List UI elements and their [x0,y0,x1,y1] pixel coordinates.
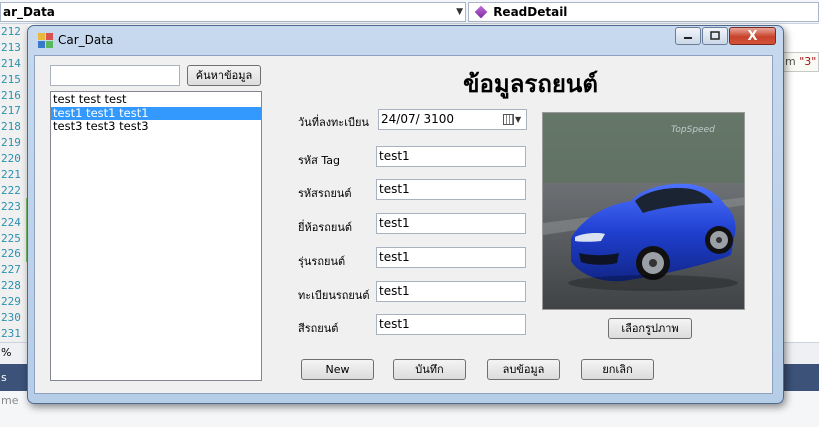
line-number-gutter: 212 213 214 215 216 217 218 219 220 221 222 223 224 2… [0,24,28,342]
minimize-button[interactable] [675,27,701,45]
plate-label: ทะเบียนรถยนต์ [298,289,370,302]
choose-photo-button[interactable]: เลือกรูปภาพ [608,318,692,339]
tag-code-field[interactable]: test1 [376,146,526,167]
list-item[interactable]: test1 test1 test1 [51,106,261,120]
line-number: 214 [1,56,21,70]
model-label: รุ่นรถยนต์ [298,255,346,268]
plate-field[interactable]: test1 [376,281,526,302]
class-name-combo[interactable]: ar_Data ▼ [0,2,466,22]
line-number: 215 [1,72,21,86]
method-name-combo[interactable]: ReadDetail [468,2,819,22]
registration-date-value: 24/07/ 3100 [381,112,454,126]
line-number: 223 [1,199,21,213]
method-name-combo-value: ReadDetail [493,5,568,19]
brand-label: ยี่ห้อรถยนต์ [298,221,352,234]
line-number: 218 [1,120,21,134]
form-client-area: ค้นหาข้อมูล test test test test1 test1 te… [34,55,773,394]
search-button[interactable]: ค้นหาข้อมูล [187,65,261,86]
calendar-icon[interactable]: ▼ [503,113,523,126]
car-photo: TopSpeed [542,112,745,310]
line-number: 228 [1,279,21,293]
method-icon [474,5,488,19]
maximize-button[interactable] [702,27,728,45]
new-button[interactable]: New [301,359,374,380]
ide-navigation-bar: ar_Data ▼ ReadDetail [0,0,819,24]
form-title: ข้อมูลรถยนต์ [463,69,598,98]
line-number: 220 [1,152,21,166]
car-code-label: รหัสรถยนต์ [298,187,352,200]
color-label: สีรถยนต์ [298,322,339,335]
line-number: 230 [1,311,21,325]
chevron-down-icon: ▼ [456,7,463,17]
car-code-field[interactable]: test1 [376,179,526,200]
brand-field[interactable]: test1 [376,213,526,234]
line-number: 222 [1,183,21,197]
registration-date-picker[interactable]: 24/07/ 3100 ▼ [378,109,527,130]
line-number: 224 [1,215,21,229]
code-tooltip-value: "3" ( [799,55,818,68]
line-number: 221 [1,168,21,182]
line-number: 225 [1,231,21,245]
car-data-window: Car_Data X ค้นหาข้อมูล test test test tes… [27,25,784,404]
code-tooltip-prefix: m [785,55,796,68]
close-icon: X [747,28,758,44]
line-number: 219 [1,136,21,150]
model-field[interactable]: test1 [376,247,526,268]
maximize-icon [710,31,720,40]
output-panel-text: me [1,394,19,407]
code-tooltip: m "3" ( [780,52,819,72]
photo-watermark: TopSpeed [671,125,715,135]
car-list[interactable]: test test test test1 test1 test1 test3 tes… [50,91,262,381]
save-button[interactable]: บันทึก [393,359,466,380]
list-item[interactable]: test test test [51,92,261,107]
registration-date-label: วันที่ลงทะเบียน [298,116,369,129]
class-name-combo-value: ar_Data [3,5,55,19]
close-button[interactable]: X [729,27,776,45]
line-number: 213 [1,40,21,54]
line-number: 231 [1,326,21,340]
minimize-icon [684,37,692,39]
search-input[interactable] [50,65,180,86]
output-panel-title: s [1,371,7,384]
list-item[interactable]: test3 test3 test3 [51,119,261,134]
line-number: 212 [1,25,21,38]
color-field[interactable]: test1 [376,314,526,335]
zoom-level-text: % [1,346,12,359]
line-number: 217 [1,104,21,118]
line-number: 226 [1,247,21,261]
line-number: 216 [1,88,21,102]
window-title: Car_Data [58,33,114,47]
delete-button[interactable]: ลบข้อมูล [487,359,560,380]
line-number: 229 [1,295,21,309]
line-number: 227 [1,263,21,277]
tag-code-label: รหัส Tag [298,154,340,167]
cancel-button[interactable]: ยกเลิก [581,359,654,380]
app-icon [38,33,54,49]
